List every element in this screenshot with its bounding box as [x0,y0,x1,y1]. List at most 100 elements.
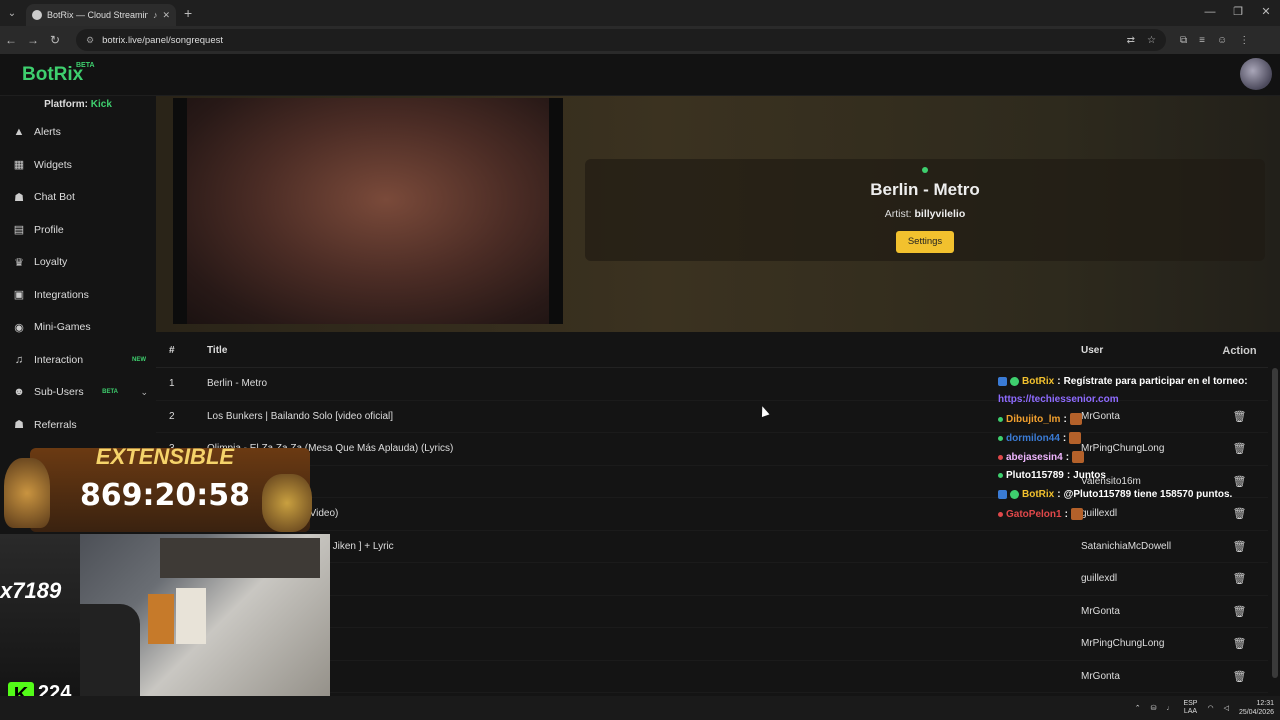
timer-label: EXTENSIBLE [95,444,235,469]
delete-icon[interactable]: 🗑 [1211,572,1268,585]
chevron-up-icon[interactable]: ⌃ [1135,704,1141,712]
song-title-cell: en español [207,476,1081,487]
status-dot-icon [998,416,1003,422]
sidebar-item-chat-bot[interactable]: ☗ Chat Bot [0,181,156,214]
site-favicon-icon [32,10,42,20]
clock-date: 25/04/2026 [1238,709,1274,716]
chat-text: Juntos [1073,470,1106,481]
close-window-icon[interactable]: ✕ [1252,0,1280,26]
speaker-icon[interactable]: ♪ [153,10,158,20]
timer-value: 869:20:58 [79,478,251,513]
minimize-icon[interactable]: — [1196,0,1224,26]
chevron-down-icon[interactable]: ⌄ [140,387,148,398]
microphone-icon[interactable]: ♩ [1166,705,1173,712]
site-info-icon[interactable]: ⚙ [86,35,94,46]
table-header: # Title User Action [156,334,1268,368]
language-indicator[interactable]: ESP LAA [1183,700,1197,716]
lang-bottom: LAA [1183,708,1198,715]
chat-username: dormilon44 [1006,432,1060,444]
delete-icon[interactable]: 🗑 [1211,605,1268,618]
song-title: Berlin - Metro [870,180,980,199]
clock[interactable]: 12:31 25/04/2026 [1239,699,1274,717]
chat-message: Dibujito_lm : [998,413,1082,425]
chat-overlay: BotRix : Regístrate para participar en e… [998,374,1280,524]
delete-icon[interactable]: 🗑 [1211,637,1268,650]
bookmark-star-icon[interactable]: ☆ [1147,35,1156,46]
chat-message: GatoPelon1 : [998,508,1083,520]
app-tray-icon[interactable]: ⛁ [1151,704,1157,712]
delete-icon[interactable]: 🗑 [1211,670,1268,683]
system-tray: ⌃ ⛁ ♩ ESP LAA ◠ ◁ 12:31 25/04/2026 [1135,696,1274,720]
sidebar-item-label: Widgets [34,158,72,171]
delete-icon[interactable]: 🗑 [1211,540,1268,553]
chat-link[interactable]: https://techiessenior.com [998,394,1119,405]
integrations-icon: ▣ [13,289,25,302]
id-card-icon: ▤ [13,224,25,237]
maximize-icon[interactable]: ❐ [1224,0,1252,26]
browser-tab[interactable]: BotRix — Cloud Streaming ♪ ✕ [26,4,176,26]
chat-username: Pluto115789 [1006,470,1064,481]
users-icon: ☻ [13,386,25,399]
media-control-icon[interactable]: ≡ [1199,35,1205,46]
browser-menu-icon[interactable]: ⋮ [1239,35,1249,46]
referrals-icon: ☗ [14,419,24,432]
platform-indicator: Platform: Kick [0,96,156,116]
chat-text: Regístrate para participar en el torneo: [1063,376,1248,387]
sidebar-item-referrals[interactable]: ☗ Referrals [0,409,156,442]
translate-icon[interactable]: ⇄ [1127,35,1135,46]
sidebar-item-interaction[interactable]: ♫ Interaction NEW [0,344,156,377]
song-title-cell: me! (A Man After Midnight) [207,573,1081,584]
chat-message: Pluto115789 : Juntos [998,470,1106,481]
botrix-logo[interactable]: BotRix [22,64,83,86]
requester-cell: MrGonta [1081,605,1120,617]
network-icon[interactable]: ◠ [1207,704,1213,712]
trophy-icon: ♛ [14,256,24,269]
sidebar-item-alerts[interactable]: ▲ Alerts [0,116,156,149]
song-title-cell: Berlin - Metro [207,378,268,390]
row-number: 1 [169,378,175,390]
chat-text: @Pluto115789 tiene 158570 puntos. [1063,489,1233,500]
reload-icon[interactable]: ↻ [44,33,66,47]
cam-overlay-text: x7189 [0,578,62,603]
close-tab-icon[interactable]: ✕ [162,10,170,21]
emote-icon [1070,508,1083,520]
sidebar-item-widgets[interactable]: ▦ Widgets [0,149,156,182]
new-tab-icon[interactable]: + [184,5,192,21]
col-header-action: Action [1222,344,1257,357]
url-field[interactable]: ⚙ botrix.live/panel/songrequest ⇄ ☆ [76,29,1166,51]
song-title-cell: Olimpia - El Za Za Za (Mesa Que Más Apla… [207,443,454,455]
sidebar-item-loyalty[interactable]: ♛ Loyalty [0,246,156,279]
tab-search-icon[interactable]: ⌄ [0,8,24,19]
sidebar-item-label: Integrations [34,288,89,301]
video-player[interactable] [173,98,563,324]
requester-cell: MrGonta [1081,670,1120,682]
volume-icon[interactable]: ◁ [1224,704,1229,712]
song-title-cell: 7 Remaster) [207,671,1081,682]
now-playing-hero: Berlin - Metro Artist: billyvilelio Sett… [156,96,1280,332]
sidebar-item-integrations[interactable]: ▣ Integrations [0,279,156,312]
chat-username: Dibujito_lm [1006,413,1061,425]
profile-icon[interactable]: ☺ [1217,35,1227,46]
status-dot-icon [998,473,1003,478]
now-playing-card: Berlin - Metro Artist: billyvilelio Sett… [585,159,1265,261]
extensions-icon[interactable]: ⧉ [1180,35,1187,46]
poster-image [148,594,174,644]
beta-badge: BETA [76,62,95,69]
artist-name: billyvilelio [914,208,966,220]
chat-message: BotRix : Regístrate para participar en e… [998,376,1248,387]
sidebar-item-profile[interactable]: ▤ Profile [0,214,156,247]
back-icon[interactable]: ← [0,33,22,47]
user-avatar[interactable] [1240,58,1272,90]
sidebar-item-sub-users[interactable]: ☻ Sub-Users BETA ⌄ [0,376,156,409]
os-taskbar: ⌃ ⛁ ♩ ESP LAA ◠ ◁ 12:31 25/04/2026 [0,696,1280,720]
chat-message: BotRix : @Pluto115789 tiene 158570 punto… [998,489,1232,500]
sidebar-item-mini-games[interactable]: ◉ Mini-Games [0,311,156,344]
settings-button[interactable]: Settings [896,231,954,253]
app-header: BotRix BETA [0,54,1280,96]
bot-badge-icon [998,490,1007,499]
platform-label: Platform: [44,99,88,110]
emote-icon [1069,413,1082,425]
forward-icon[interactable]: → [22,33,44,47]
requester-cell: guillexdl [1081,573,1118,585]
browser-tab-strip: ⌄ BotRix — Cloud Streaming ♪ ✕ + — ❐ ✕ [0,0,1280,26]
